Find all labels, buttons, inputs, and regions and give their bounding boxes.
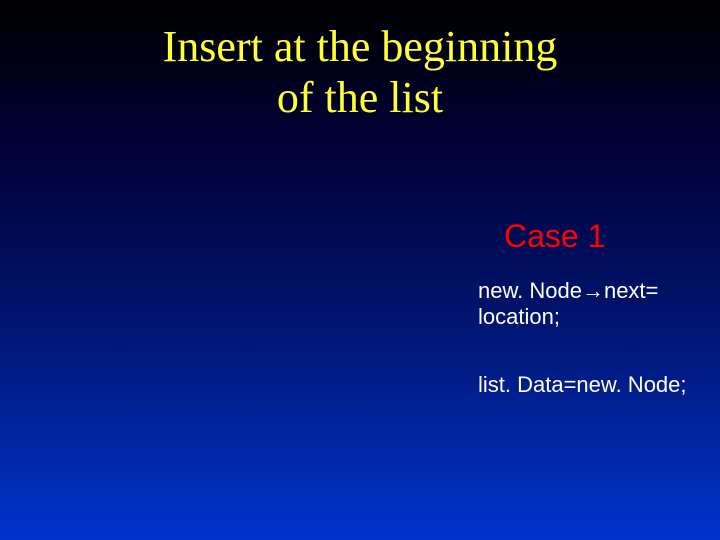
title-line-2: of the list bbox=[277, 73, 443, 122]
code-block-1: new. Node→next= location; bbox=[478, 278, 658, 331]
code-line-2: location; bbox=[478, 304, 560, 329]
title-line-1: Insert at the beginning bbox=[163, 22, 558, 71]
code-block-2: list. Data=new. Node; bbox=[478, 372, 687, 398]
slide-title: Insert at the beginning of the list bbox=[0, 22, 720, 123]
case-label: Case 1 bbox=[504, 218, 605, 255]
code-line-1: new. Node→next= bbox=[478, 278, 658, 303]
code-line-3: list. Data=new. Node; bbox=[478, 372, 687, 397]
slide: Insert at the beginning of the list Case… bbox=[0, 0, 720, 540]
